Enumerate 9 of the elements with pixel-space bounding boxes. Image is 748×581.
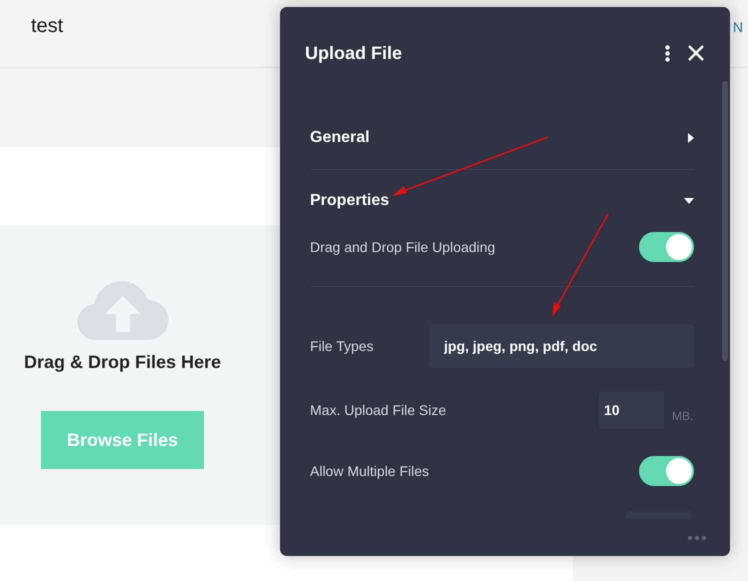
unit-label: MB. xyxy=(672,409,694,423)
field-label: Drag and Drop File Uploading xyxy=(310,239,496,255)
page-title: test xyxy=(31,15,64,38)
field-label: Allow Multiple Files xyxy=(310,463,430,479)
dropzone-text: Drag & Drop Files Here xyxy=(24,352,222,373)
field-label: File Types xyxy=(310,338,375,354)
dialog-title: Upload File xyxy=(305,42,404,64)
header-text: N xyxy=(732,18,743,34)
field-label: Max. Upload File Size xyxy=(310,402,448,418)
